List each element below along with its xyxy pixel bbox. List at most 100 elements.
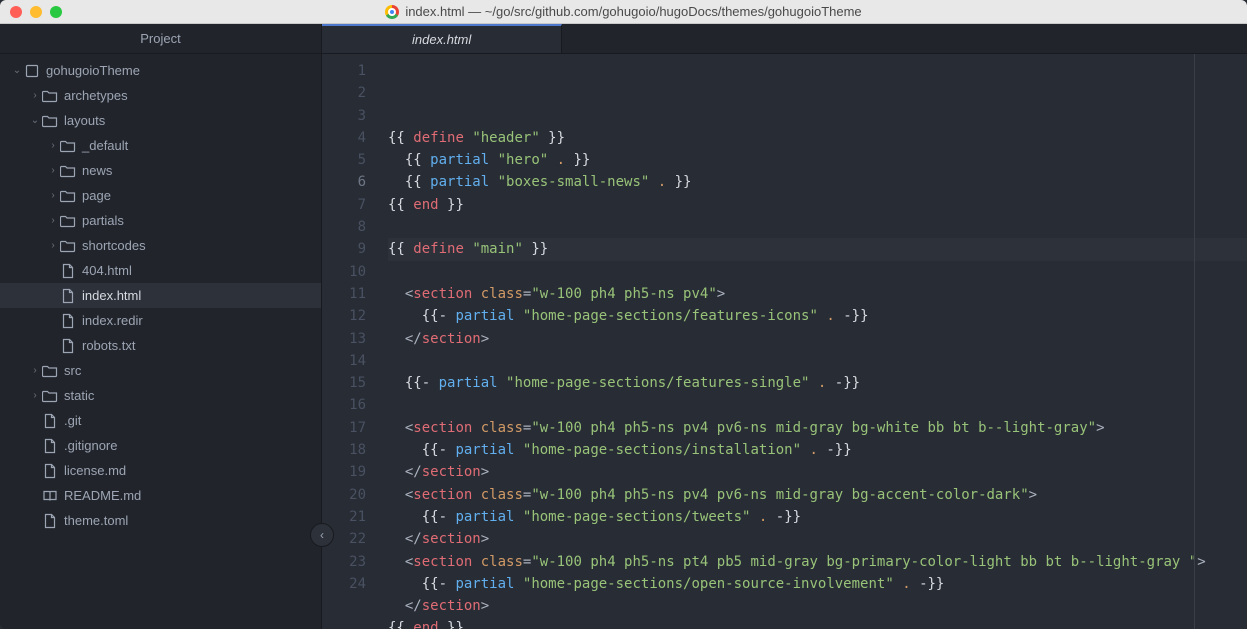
line-number: 9 <box>322 238 366 260</box>
folder-icon <box>60 138 76 154</box>
chevron-right-icon[interactable]: › <box>28 390 42 401</box>
line-number: 23 <box>322 551 366 573</box>
tree-item[interactable]: ›page <box>0 183 321 208</box>
code-line[interactable]: <section class="w-100 ph4 ph5-ns pt4 pb5… <box>388 551 1247 573</box>
code-line[interactable]: {{ partial "boxes-small-news" . }} <box>388 171 1247 193</box>
editor-pane: index.html 12345678910111213141516171819… <box>322 24 1247 629</box>
project-icon <box>24 63 40 79</box>
chevron-right-icon[interactable]: › <box>46 215 60 226</box>
window-title: index.html — ~/go/src/github.com/gohugoi… <box>0 4 1247 19</box>
file-icon <box>60 338 76 354</box>
minimize-window-button[interactable] <box>30 6 42 18</box>
tree-item-label: theme.toml <box>64 513 128 528</box>
line-number: 20 <box>322 484 366 506</box>
code-line[interactable]: {{ end }} <box>388 617 1247 629</box>
tree-item[interactable]: 404.html <box>0 258 321 283</box>
line-number: 7 <box>322 194 366 216</box>
tree-item[interactable]: index.redir <box>0 308 321 333</box>
tree-item[interactable]: ›_default <box>0 133 321 158</box>
readme-icon <box>42 488 58 504</box>
code-line[interactable]: {{- partial "home-page-sections/tweets" … <box>388 506 1247 528</box>
chevron-right-icon[interactable]: › <box>46 140 60 151</box>
line-number: 4 <box>322 127 366 149</box>
code-line[interactable]: {{ end }} <box>388 194 1247 216</box>
code-line[interactable]: {{- partial "home-page-sections/open-sou… <box>388 573 1247 595</box>
tree-item[interactable]: ⌄ layouts <box>0 108 321 133</box>
file-icon <box>60 313 76 329</box>
chevron-right-icon[interactable]: › <box>46 240 60 251</box>
folder-icon <box>42 363 58 379</box>
line-number: 18 <box>322 439 366 461</box>
code-line[interactable]: </section> <box>388 595 1247 617</box>
tree-item-label: layouts <box>64 113 105 128</box>
tree-item[interactable]: README.md <box>0 483 321 508</box>
close-window-button[interactable] <box>10 6 22 18</box>
tree-item[interactable]: .gitignore <box>0 433 321 458</box>
tab-index-html[interactable]: index.html <box>322 24 562 53</box>
code-line[interactable] <box>388 394 1247 416</box>
code-line[interactable]: <section class="w-100 ph4 ph5-ns pv4"> <box>388 283 1247 305</box>
tree-item-label: archetypes <box>64 88 128 103</box>
code-line[interactable]: </section> <box>388 461 1247 483</box>
code-area[interactable]: 123456789101112131415161718192021222324 … <box>322 54 1247 629</box>
tree-item[interactable]: ›partials <box>0 208 321 233</box>
tree-item[interactable]: .git <box>0 408 321 433</box>
chevron-right-icon[interactable]: › <box>46 165 60 176</box>
project-panel: Project ⌄gohugoioTheme › archetypes ⌄ layout… <box>0 24 322 629</box>
code-line[interactable]: </section> <box>388 328 1247 350</box>
code-line[interactable]: </section> <box>388 528 1247 550</box>
line-number: 15 <box>322 372 366 394</box>
tree-item[interactable]: license.md <box>0 458 321 483</box>
tree-item-label: index.html <box>82 288 141 303</box>
chevron-right-icon[interactable]: › <box>28 90 42 101</box>
project-panel-title: Project <box>140 31 180 46</box>
folder-icon <box>60 213 76 229</box>
folder-icon <box>42 88 58 104</box>
chrome-icon <box>385 5 399 19</box>
code-content[interactable]: {{ define "header" }} {{ partial "hero" … <box>374 54 1247 629</box>
window-title-text: index.html — ~/go/src/github.com/gohugoi… <box>405 4 861 19</box>
chevron-right-icon[interactable]: › <box>46 190 60 201</box>
panel-toggle-button[interactable]: ‹ <box>310 523 334 547</box>
file-icon <box>42 413 58 429</box>
chevron-left-icon: ‹ <box>320 528 324 542</box>
folder-icon <box>42 388 58 404</box>
tree-item[interactable]: index.html <box>0 283 321 308</box>
code-line[interactable]: <section class="w-100 ph4 ph5-ns pv4 pv6… <box>388 484 1247 506</box>
code-line[interactable]: <section class="w-100 ph4 ph5-ns pv4 pv6… <box>388 417 1247 439</box>
tree-item-label: news <box>82 163 112 178</box>
code-line[interactable]: {{ define "main" }} <box>388 238 1247 260</box>
project-panel-header: Project <box>0 24 321 54</box>
code-line[interactable] <box>388 261 1247 283</box>
code-line[interactable] <box>388 216 1247 238</box>
line-number: 1 <box>322 60 366 82</box>
tree-item[interactable]: ›static <box>0 383 321 408</box>
tree-item[interactable]: ›shortcodes <box>0 233 321 258</box>
file-icon <box>42 463 58 479</box>
tree-item-label: 404.html <box>82 263 132 278</box>
code-line[interactable]: {{- partial "home-page-sections/features… <box>388 372 1247 394</box>
editor-tabbar: index.html <box>322 24 1247 54</box>
tree-item[interactable]: › src <box>0 358 321 383</box>
tree-item[interactable]: robots.txt <box>0 333 321 358</box>
chevron-down-icon[interactable]: ⌄ <box>28 115 42 126</box>
tab-label: index.html <box>412 32 471 47</box>
code-line[interactable]: {{- partial "home-page-sections/features… <box>388 305 1247 327</box>
folder-icon <box>60 238 76 254</box>
chevron-right-icon[interactable]: › <box>28 365 42 376</box>
project-tree[interactable]: ⌄gohugoioTheme › archetypes ⌄ layouts ›_defau… <box>0 54 321 629</box>
tree-item[interactable]: › news <box>0 158 321 183</box>
tree-item-label: index.redir <box>82 313 143 328</box>
tree-item[interactable]: theme.toml <box>0 508 321 533</box>
window-titlebar: index.html — ~/go/src/github.com/gohugoi… <box>0 0 1247 24</box>
tree-item[interactable]: ⌄gohugoioTheme <box>0 58 321 83</box>
code-line[interactable]: {{- partial "home-page-sections/installa… <box>388 439 1247 461</box>
code-line[interactable] <box>388 350 1247 372</box>
tree-item-label: src <box>64 363 81 378</box>
zoom-window-button[interactable] <box>50 6 62 18</box>
code-line[interactable]: {{ partial "hero" . }} <box>388 149 1247 171</box>
file-icon <box>42 513 58 529</box>
chevron-down-icon[interactable]: ⌄ <box>10 65 24 76</box>
code-line[interactable]: {{ define "header" }} <box>388 127 1247 149</box>
tree-item[interactable]: › archetypes <box>0 83 321 108</box>
